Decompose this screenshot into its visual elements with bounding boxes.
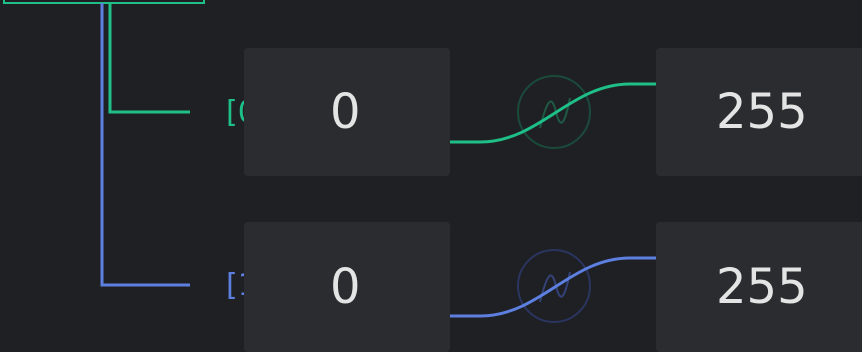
input-value-field-1[interactable]: 0 bbox=[244, 222, 450, 352]
branch-line-channel-0 bbox=[108, 3, 190, 114]
mapping-curve-channel-0 bbox=[450, 82, 658, 144]
output-value-field-1[interactable]: 255 bbox=[656, 222, 862, 352]
mapping-node-canvas: [0] 0 255 [1] 0 255 bbox=[0, 0, 862, 352]
mapping-curve-channel-1 bbox=[450, 256, 658, 318]
input-value-field-0[interactable]: 0 bbox=[244, 48, 450, 176]
parent-node-outline bbox=[3, 0, 205, 4]
output-value-field-0[interactable]: 255 bbox=[656, 48, 862, 176]
branch-line-channel-1 bbox=[100, 3, 190, 287]
